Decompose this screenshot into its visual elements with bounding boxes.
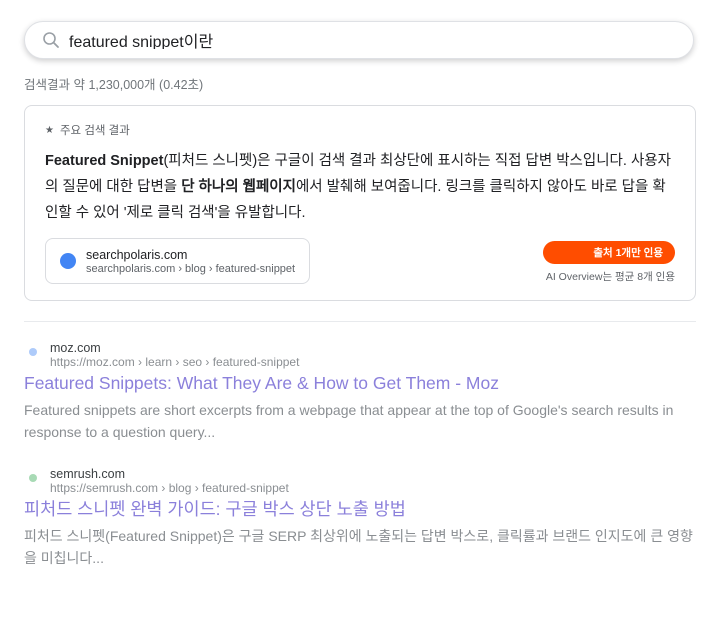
- result-domain: semrush.com: [50, 467, 126, 481]
- snippet-source-link[interactable]: searchpolaris.com searchpolaris.com › bl…: [45, 238, 310, 284]
- result-title-link[interactable]: 피처드 스니펫 완벽 가이드: 구글 박스 상단 노출 방법: [24, 497, 696, 521]
- source-favicon-icon: [60, 253, 76, 269]
- citation-badge: 출처 1개만 인용: [543, 241, 675, 264]
- section-divider: [24, 321, 696, 322]
- citation-note: AI Overview는 평균 8개 인용: [545, 271, 675, 283]
- snippet-bold-phrase: 단 하나의 웹페이지: [181, 179, 296, 195]
- search-result: moz.com https://moz.com › learn › seo › …: [24, 341, 696, 443]
- star-icon: ★: [45, 124, 54, 136]
- result-header[interactable]: semrush.com https://semrush.com › blog ›…: [24, 467, 696, 495]
- search-result: semrush.com https://semrush.com › blog ›…: [24, 467, 696, 569]
- search-input[interactable]: [69, 31, 629, 49]
- result-description: 피처드 스니펫(Featured Snippet)은 구글 SERP 최상위에 …: [24, 528, 693, 566]
- search-bar[interactable]: [24, 21, 694, 59]
- source-domain: searchpolaris.com: [86, 248, 188, 262]
- featured-snippet-label-text: 주요 검색 결과: [59, 125, 130, 137]
- result-stats: 검색결과 약 1,230,000개 (0.42초): [24, 78, 204, 92]
- featured-snippet-label: ★ 주요 검색 결과: [45, 122, 130, 138]
- site-favicon-icon: [29, 474, 37, 482]
- site-favicon-icon: [29, 348, 37, 356]
- result-url: https://moz.com › learn › seo › featured…: [50, 355, 300, 369]
- featured-snippet-text: Featured Snippet(피처드 스니펫)은 구글이 검색 결과 최상단…: [45, 148, 675, 226]
- result-url: https://semrush.com › blog › featured-sn…: [50, 481, 289, 495]
- search-icon[interactable]: [42, 31, 60, 49]
- result-header[interactable]: moz.com https://moz.com › learn › seo › …: [24, 341, 696, 369]
- result-description: Featured snippets are short excerpts fro…: [24, 402, 674, 440]
- snippet-bold-term: Featured Snippet: [45, 153, 164, 169]
- source-url: searchpolaris.com › blog › featured-snip…: [86, 263, 296, 275]
- featured-snippet-card: ★ 주요 검색 결과 Featured Snippet(피처드 스니펫)은 구글…: [24, 105, 696, 301]
- result-domain: moz.com: [50, 341, 101, 355]
- result-title-link[interactable]: Featured Snippets: What They Are & How t…: [24, 371, 696, 395]
